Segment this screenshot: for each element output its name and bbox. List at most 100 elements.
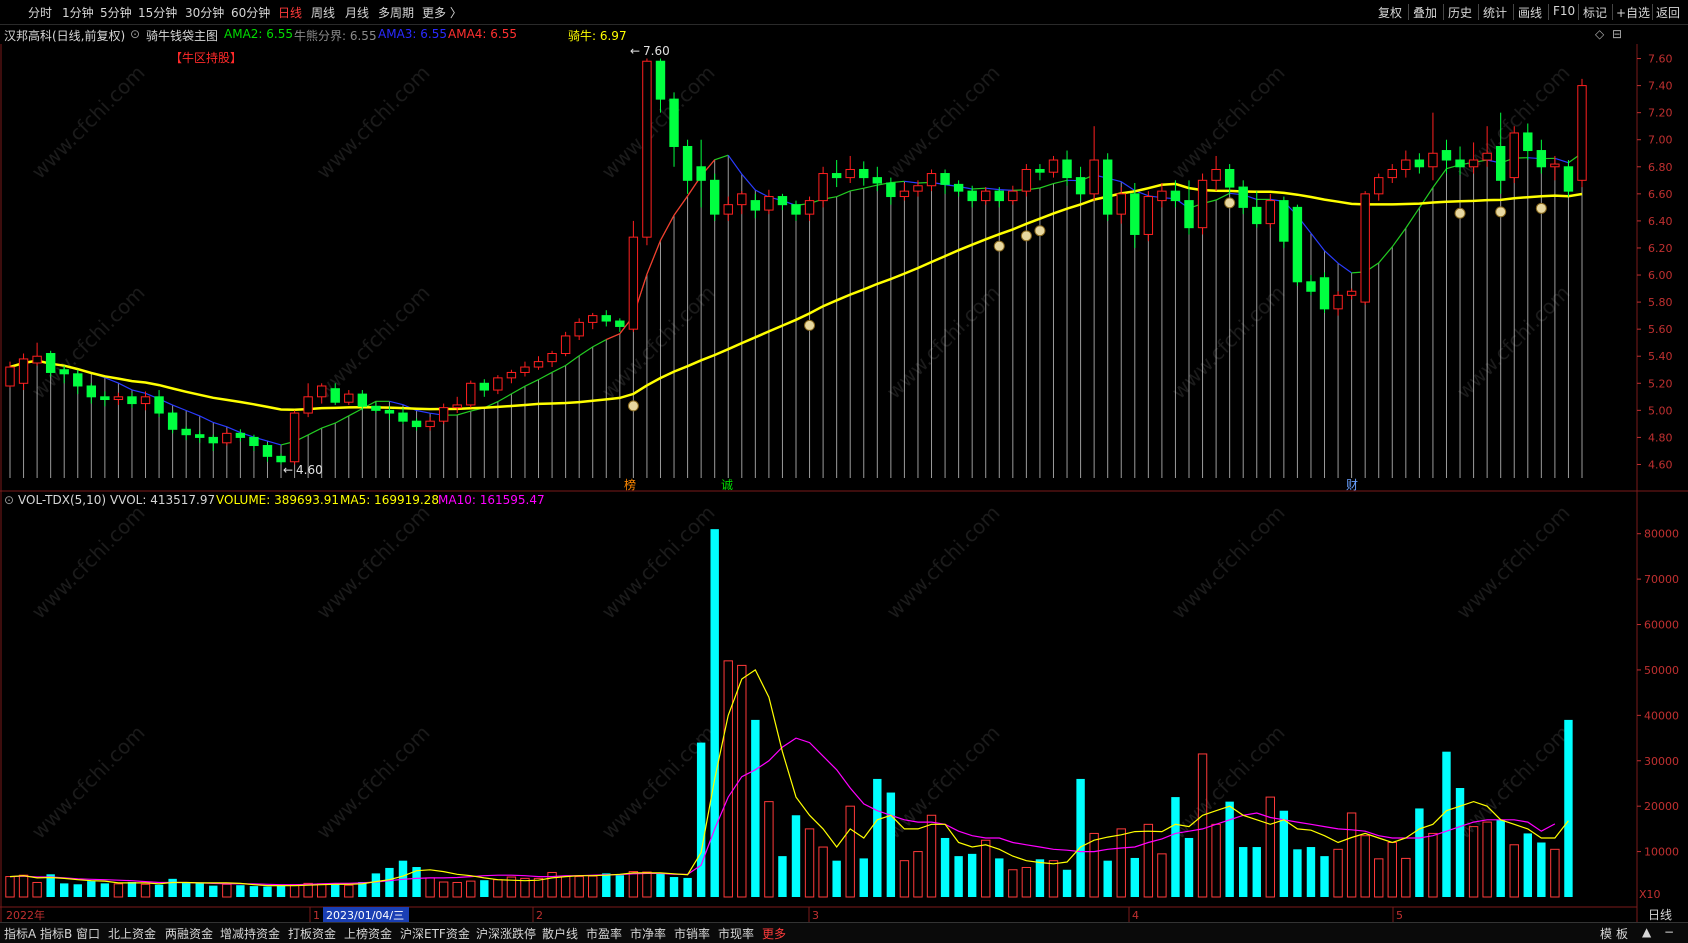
volume-bar: [1117, 829, 1125, 897]
money-bag-icon: [1021, 231, 1031, 241]
volume-ma5-line: [10, 670, 1568, 886]
tab-indicator-b[interactable]: 指标B: [40, 925, 72, 942]
tab-pcf-ratio[interactable]: 市现率: [718, 925, 754, 942]
volume-tick-label: 40000: [1644, 709, 1679, 722]
tab-ranking-funds[interactable]: 上榜资金: [344, 925, 392, 942]
stock-chart[interactable]: www.cfchi.comwww.cfchi.comwww.cfchi.comw…: [0, 0, 1688, 922]
timeline-month-4: 4: [1132, 909, 1139, 922]
volume-bar: [1524, 833, 1532, 897]
tab-more[interactable]: 更多: [762, 925, 786, 942]
volume-bar: [345, 885, 353, 897]
volume-bar: [1253, 847, 1261, 897]
volume-bar: [710, 529, 718, 897]
candle-body: [1320, 278, 1328, 309]
candle-body: [263, 446, 271, 457]
volume-bar: [968, 854, 976, 897]
candle-body: [87, 386, 95, 397]
tab-limit-up-funds[interactable]: 打板资金: [288, 925, 336, 942]
tab-ps-ratio[interactable]: 市销率: [674, 925, 710, 942]
tab-holding-change-funds[interactable]: 增减持资金: [220, 925, 280, 942]
volume-bar: [1496, 820, 1504, 897]
candle-body: [1524, 133, 1532, 151]
volume-bar: [1456, 788, 1464, 897]
volume-bar: [236, 885, 244, 897]
candle-body: [494, 378, 502, 390]
price-axis: 7.607.407.207.006.806.606.406.206.005.80…: [1637, 53, 1673, 472]
candle-body: [927, 174, 935, 186]
price-tick-label: 6.60: [1648, 188, 1673, 201]
tab-margin-funds[interactable]: 两融资金: [165, 925, 213, 942]
candle-body: [399, 413, 407, 421]
volume-bar: [1266, 797, 1274, 897]
candle-body: [101, 397, 109, 400]
candle-body: [128, 397, 136, 404]
candle-body: [155, 397, 163, 413]
money-bag-icon: [1496, 207, 1506, 217]
minimize-icon[interactable]: −: [1664, 925, 1674, 939]
volume-bar: [1158, 854, 1166, 897]
price-tick-label: 6.80: [1648, 161, 1673, 174]
volume-bar: [683, 878, 691, 897]
candle-body: [792, 205, 800, 214]
volume-bar: [765, 802, 773, 897]
volume-bar: [954, 856, 962, 897]
candle-body: [358, 394, 366, 406]
price-tick-label: 5.40: [1648, 350, 1673, 363]
tab-pe-ratio[interactable]: 市盈率: [586, 925, 622, 942]
candle-body: [507, 372, 515, 377]
price-tick-label: 5.60: [1648, 323, 1673, 336]
volume-bar: [372, 873, 380, 897]
watermark-text: www.cfchi.com: [882, 61, 1005, 184]
candle-body: [602, 316, 610, 321]
candle-body: [1036, 169, 1044, 172]
candle-body: [982, 191, 990, 200]
cai-marker: 财: [1346, 478, 1358, 492]
watermark-text: www.cfchi.com: [312, 281, 435, 404]
volume-tick-label: 70000: [1644, 573, 1679, 586]
price-tick-label: 6.20: [1648, 242, 1673, 255]
template-button[interactable]: 模: [1600, 925, 1612, 942]
price-tick-label: 7.00: [1648, 134, 1673, 147]
candle-body: [1198, 180, 1206, 227]
expand-up-icon[interactable]: ▲: [1642, 925, 1651, 939]
watermark-text: www.cfchi.com: [27, 721, 150, 844]
candle-body: [1334, 295, 1342, 309]
candle-body: [629, 237, 637, 329]
tab-window[interactable]: 窗口: [76, 925, 100, 942]
bottom-tab-bar: 指标A 指标B 窗口 北上资金 两融资金 增减持资金 打板资金 上榜资金 沪深E…: [0, 922, 1688, 943]
candle-body: [196, 435, 204, 438]
tab-pb-ratio[interactable]: 市净率: [630, 925, 666, 942]
volume-bar: [196, 883, 204, 897]
candle-body: [1578, 86, 1586, 181]
volume-bar: [1103, 861, 1111, 897]
volume-bar: [697, 743, 705, 897]
candle-body: [209, 437, 217, 442]
volume-bar: [1347, 813, 1355, 897]
volume-bar: [155, 885, 163, 897]
board-button[interactable]: 板: [1616, 925, 1628, 942]
volume-bar: [453, 882, 461, 897]
volume-bar: [1171, 797, 1179, 897]
volume-bar: [1225, 802, 1233, 897]
volume-tick-label: 10000: [1644, 846, 1679, 859]
tab-limit-stats[interactable]: 沪深涨跌停: [476, 925, 536, 942]
tab-etf-funds[interactable]: 沪深ETF资金: [400, 925, 470, 942]
volume-bar: [263, 887, 271, 897]
candle-body: [467, 383, 475, 405]
volume-bar: [426, 878, 434, 897]
volume-bar: [1334, 849, 1342, 897]
candle-body: [1293, 207, 1301, 281]
volume-bar: [128, 882, 136, 897]
tab-retail-line[interactable]: 散户线: [542, 925, 578, 942]
candle-body: [846, 169, 854, 177]
candle-body: [385, 410, 393, 413]
tab-indicator-a[interactable]: 指标A: [4, 925, 36, 942]
volume-bar: [19, 875, 27, 897]
tab-northbound-funds[interactable]: 北上资金: [108, 925, 156, 942]
candle-body: [860, 169, 868, 177]
cursor-date: 2023/01/04/三: [326, 909, 404, 922]
volume-bar: [832, 861, 840, 897]
timeline-month-1: 1: [313, 909, 320, 922]
volume-bar: [1537, 843, 1545, 897]
price-tick-label: 6.40: [1648, 215, 1673, 228]
